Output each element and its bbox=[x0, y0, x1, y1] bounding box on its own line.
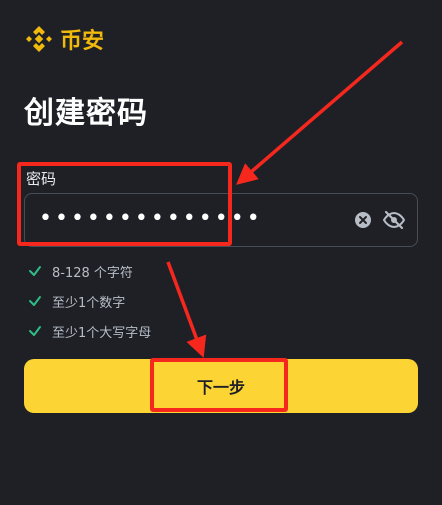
rule-item: 8-128 个字符 bbox=[28, 258, 151, 284]
eye-off-icon[interactable] bbox=[382, 208, 406, 232]
annotation-box-next bbox=[150, 358, 288, 412]
annotation-arrow-to-field bbox=[236, 40, 404, 185]
annotation-arrow-to-button bbox=[166, 261, 207, 358]
annotation-box-password bbox=[17, 162, 232, 246]
brand-name: 币安 bbox=[60, 29, 105, 54]
brand-logo: 币安 bbox=[24, 24, 104, 54]
rule-text: 至少1个数字 bbox=[52, 295, 126, 311]
clear-x-circle-icon[interactable] bbox=[354, 211, 372, 229]
rule-item: 至少1个大写字母 bbox=[28, 318, 151, 344]
page-title: 创建密码 bbox=[24, 96, 148, 131]
annotation-arrows bbox=[166, 40, 404, 358]
check-icon bbox=[29, 296, 41, 306]
binance-diamond-icon bbox=[26, 26, 52, 52]
check-icon bbox=[29, 326, 41, 336]
rule-text: 8-128 个字符 bbox=[52, 265, 133, 281]
check-icon bbox=[29, 266, 41, 276]
rule-item: 至少1个数字 bbox=[28, 288, 151, 314]
password-rules: 8-128 个字符 至少1个数字 至少1个大写字母 bbox=[28, 258, 151, 348]
rule-text: 至少1个大写字母 bbox=[52, 325, 152, 341]
